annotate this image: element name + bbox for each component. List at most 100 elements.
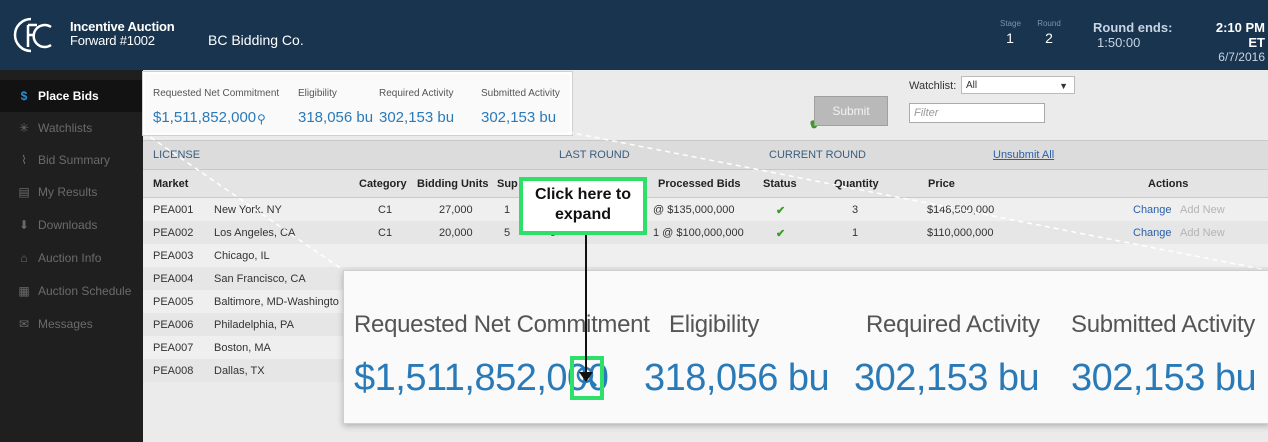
cell-market-id: PEA005 [153,296,194,308]
cell-market-id: PEA006 [153,319,194,331]
sidebar-item-label: Auction Info [38,251,102,265]
sidebar-item-label: Watchlists [38,121,93,135]
cell-processed-bids: @ $135,000,000 [653,204,735,216]
cell-market-name: Philadelphia, PA [214,319,294,331]
callout-line-1: Click here to [534,186,632,203]
clock: 2:10 PM ET 6/7/2016 [1197,20,1265,65]
zoom-eligibility-label: Eligibility [669,311,760,338]
cell-quantity: 3 [852,204,859,216]
table-row: PEA003 Chicago, IL [143,244,1268,267]
download-icon: ⬇ [18,218,30,232]
change-link[interactable]: Change [1133,227,1172,239]
cell-market-id: PEA004 [153,273,194,285]
clock-date: 6/7/2016 [1218,50,1265,64]
sidebar-item-place-bids[interactable]: $ Place Bids [0,80,143,112]
col-bidding-units[interactable]: Bidding Units [417,178,489,190]
required-activity-value: 302,153 bu [379,109,455,126]
cell-supply: 1 [504,204,511,216]
instruction-callout: Click here to expand [519,177,647,235]
sidebar-item-label: Bid Summary [38,153,111,167]
cell-quantity: 1 [852,227,859,239]
results-icon: ▤ [18,185,30,199]
zoom-submitted-label: Submitted Activity [1071,311,1256,338]
pulse-icon: ⌇ [21,153,27,167]
group-current-round: CURRENT ROUND [769,149,866,161]
calendar-icon: ▦ [18,284,30,298]
cell-category: C1 [378,204,393,216]
group-license: LICENSE [153,149,201,161]
cell-market-name: Dallas, TX [214,365,265,377]
zoom-submitted-value: 302,153 bu [1071,357,1257,399]
auction-name: Incentive Auction [70,19,175,34]
col-market[interactable]: Market [153,178,188,190]
sidebar-item-downloads[interactable]: ⬇ Downloads [0,209,143,241]
cell-market-name: Baltimore, MD-Washingto [214,296,339,308]
callout-arrow-line [585,235,587,377]
asterisk-icon: ✳ [18,121,30,135]
col-processed-bids[interactable]: Processed Bids [658,178,741,190]
round-label: Round [1037,19,1061,28]
summary-bar: Requested Net Commitment $1,511,852,000 … [143,72,572,135]
sidebar-item-auction-schedule[interactable]: ▦ Auction Schedule [0,275,143,307]
round-value: 2 [1045,30,1053,46]
watchlist-select[interactable]: All ▼ [961,76,1075,94]
zoom-required-value: 302,153 bu [854,357,1040,399]
sidebar-item-label: Downloads [38,218,98,232]
eligibility-label: Eligibility [298,88,337,99]
cell-category: C1 [378,227,393,239]
fcc-logo-icon [13,17,52,53]
magnify-icon[interactable]: ⚲ [257,112,266,126]
col-actions: Actions [1148,178,1189,190]
unsubmit-all-link[interactable]: Unsubmit All [993,149,1054,161]
sidebar-item-label: Auction Schedule [38,284,132,298]
cell-market-id: PEA008 [153,365,194,377]
cell-bidding-units: 27,000 [439,204,473,216]
col-category[interactable]: Category [359,178,407,190]
sidebar-item-my-results[interactable]: ▤ My Results [0,176,143,208]
chevron-down-icon: ▼ [1059,81,1068,91]
col-quantity[interactable]: Quantity [834,178,879,190]
add-new-link[interactable]: Add New [1180,204,1225,216]
cell-market-id: PEA001 [153,204,194,216]
cell-market-name: Chicago, IL [214,250,270,262]
cell-market-name: Los Angeles, CA [214,227,296,239]
cell-status: ✔ [776,228,786,240]
watchlist-label: Watchlist: [909,80,957,92]
change-link[interactable]: Change [1133,204,1172,216]
sidebar-item-label: Messages [38,317,93,331]
message-icon: ✉ [18,317,30,331]
cell-status: ✔ [776,205,786,217]
zoomed-summary-panel: Requested Net Commitment $1,511,852,000 … [343,270,1268,424]
col-supply[interactable]: Sup [497,178,518,190]
sidebar-item-watchlists[interactable]: ✳ Watchlists [0,112,143,144]
round-ends-time: 1:50:00 [1097,35,1141,50]
table-header: Market Category Bidding Units Sup Proces… [143,170,1268,198]
bidder-name: BC Bidding Co. [208,32,304,48]
clock-time: 2:10 PM ET [1215,20,1265,50]
cell-market-name: New York, NY [214,204,282,216]
cell-market-id: PEA007 [153,342,194,354]
cell-market-name: San Francisco, CA [214,273,306,285]
eligibility-value: 318,056 bu [298,109,374,126]
sidebar-item-bid-summary[interactable]: ⌇ Bid Summary [0,144,143,176]
filter-input[interactable]: Filter [909,103,1045,123]
requested-net-commitment-value: $1,511,852,000 [153,109,257,126]
column-group-row: LICENSE LAST ROUND CURRENT ROUND Unsubmi… [143,140,1268,170]
round-ends: Round ends: 1:50:00 [1093,20,1172,50]
stage-label: Stage [1000,19,1021,28]
cell-market-id: PEA002 [153,227,194,239]
stage-indicator: Stage 1 [1000,19,1021,46]
col-status[interactable]: Status [763,178,797,190]
add-new-link[interactable]: Add New [1180,227,1225,239]
auction-title: Incentive Auction Forward #1002 [70,19,175,48]
cell-price: $110,000,000 [927,227,994,239]
sidebar-item-auction-info[interactable]: ⌂ Auction Info [0,242,143,274]
col-price[interactable]: Price [928,178,955,190]
required-activity-label: Required Activity [379,88,454,99]
submit-button[interactable]: Submit [814,96,888,126]
round-ends-label: Round ends: [1093,20,1173,35]
sidebar-item-label: My Results [38,185,98,199]
zoom-requested-label: Requested Net Commitment [354,311,650,338]
zoom-eligibility-value: 318,056 bu [644,357,830,399]
sidebar-item-messages[interactable]: ✉ Messages [0,308,143,340]
